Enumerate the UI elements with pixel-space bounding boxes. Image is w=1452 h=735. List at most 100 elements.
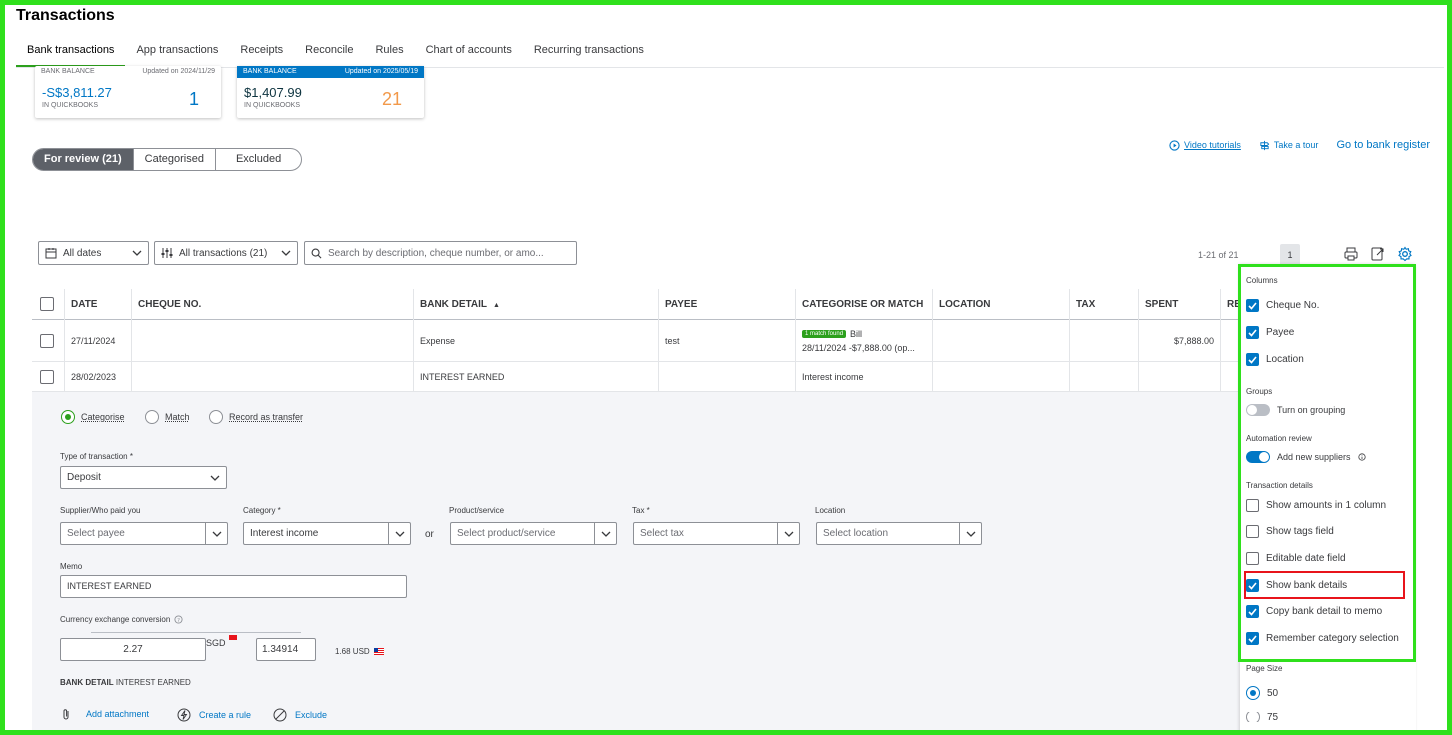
row-checkbox[interactable] [40, 333, 54, 348]
for-review-tab[interactable]: For review (21) [33, 149, 134, 170]
row-bank-detail: INTEREST EARNED [413, 362, 658, 391]
exchange-rate-input[interactable]: 1.34914 [256, 638, 316, 661]
card-balance: -S$3,811.27 [42, 85, 112, 100]
checkbox-unchecked[interactable] [1246, 499, 1259, 512]
add-suppliers-toggle-row[interactable]: Add new suppliers [1246, 451, 1366, 463]
column-toggle-payee[interactable]: Payee [1246, 326, 1294, 339]
tab-recurring-transactions[interactable]: Recurring transactions [523, 42, 655, 68]
column-header-location[interactable]: LOCATION [932, 289, 1069, 320]
take-a-tour-link[interactable]: Take a tour [1259, 140, 1318, 151]
row-cheque [131, 320, 413, 361]
dropdown-toggle[interactable] [205, 523, 227, 544]
tab-rules[interactable]: Rules [364, 42, 414, 68]
column-header-bank-detail[interactable]: BANK DETAIL ▲ [413, 289, 658, 320]
page-size-option-75[interactable]: 75 [1246, 712, 1278, 722]
tab-reconcile[interactable]: Reconcile [294, 42, 364, 68]
card-balance: $1,407.99 [244, 85, 302, 100]
match-found-badge: 1 match found [802, 329, 847, 338]
table-row-expanded[interactable]: 28/02/2023 INTEREST EARNED Interest inco… [32, 362, 1242, 392]
column-header-received[interactable]: RE [1220, 289, 1242, 320]
column-header-categorise[interactable]: CATEGORISE OR MATCH [795, 289, 932, 320]
column-header-spent[interactable]: SPENT [1138, 289, 1220, 320]
excluded-tab[interactable]: Excluded [216, 149, 301, 170]
checkbox-unchecked[interactable] [1246, 525, 1259, 538]
add-attachment-link[interactable]: Add attachment [60, 708, 149, 720]
gear-icon[interactable] [1397, 246, 1413, 262]
column-header-payee[interactable]: PAYEE [658, 289, 795, 320]
info-icon[interactable] [1357, 453, 1366, 461]
product-service-select[interactable]: Select product/service [450, 522, 617, 545]
chevron-down-icon [132, 250, 142, 256]
transaction-type-filter[interactable]: All transactions (21) [154, 241, 298, 265]
bank-account-card[interactable]: BANK BALANCE Updated on 2024/11/29 -S$3,8… [35, 66, 221, 118]
print-icon[interactable] [1343, 246, 1359, 262]
checkbox-checked[interactable] [1246, 326, 1259, 339]
categorise-radio[interactable]: Categorise [61, 410, 125, 424]
checkbox-checked[interactable] [1246, 299, 1259, 312]
column-toggle-cheque[interactable]: Cheque No. [1246, 299, 1319, 312]
type-of-transaction-select[interactable]: Deposit [60, 466, 227, 489]
card-header: BANK BALANCE [243, 68, 297, 75]
match-radio[interactable]: Match [145, 410, 190, 424]
page-number-button[interactable]: 1 [1280, 244, 1300, 266]
column-header-cheque[interactable]: CHEQUE NO. [131, 289, 413, 320]
category-select[interactable]: Interest income [243, 522, 411, 545]
date-filter-dropdown[interactable]: All dates [38, 241, 149, 265]
dropdown-toggle[interactable] [777, 523, 799, 544]
export-icon[interactable] [1370, 246, 1386, 262]
search-input[interactable]: Search by description, cheque number, or… [304, 241, 577, 265]
detail-toggle-copy-bank-detail[interactable]: Copy bank detail to memo [1246, 605, 1382, 618]
memo-input[interactable]: INTEREST EARNED [60, 575, 407, 598]
play-circle-icon [1169, 139, 1180, 151]
checkbox-checked[interactable] [1246, 605, 1259, 618]
detail-toggle-amounts-one-column[interactable]: Show amounts in 1 column [1246, 499, 1386, 512]
currency-divider [91, 632, 301, 633]
add-suppliers-toggle[interactable] [1246, 451, 1270, 463]
radio-selected[interactable] [1246, 686, 1260, 700]
detail-toggle-remember-category[interactable]: Remember category selection [1246, 632, 1399, 645]
detail-toggle-tags-field[interactable]: Show tags field [1246, 525, 1334, 538]
table-row[interactable]: 27/11/2024 Expense test 1 match found Bi… [32, 320, 1242, 362]
top-links: Video tutorials Take a tour Go to bank r… [1169, 139, 1430, 151]
transaction-detail-panel: Categorise Match Record as transfer Type… [32, 392, 1242, 735]
grouping-toggle[interactable] [1246, 404, 1270, 416]
grouping-toggle-row[interactable]: Turn on grouping [1246, 404, 1345, 416]
dropdown-toggle[interactable] [959, 523, 981, 544]
location-select[interactable]: Select location [816, 522, 982, 545]
amount-input[interactable]: 2.27 [60, 638, 206, 661]
detail-toggle-editable-date[interactable]: Editable date field [1246, 552, 1346, 565]
checkbox-checked[interactable] [1246, 632, 1259, 645]
radio-unselected[interactable] [1246, 712, 1260, 722]
exclude-link[interactable]: Exclude [273, 708, 327, 722]
dropdown-toggle[interactable] [388, 523, 410, 544]
automation-title: Automation review [1246, 434, 1312, 443]
detail-toggle-show-bank-details[interactable]: Show bank details [1246, 579, 1347, 592]
card-header: BANK BALANCE [41, 68, 95, 75]
dropdown-toggle[interactable] [594, 523, 616, 544]
tab-receipts[interactable]: Receipts [229, 42, 294, 68]
checkbox-unchecked[interactable] [1246, 552, 1259, 565]
tax-select[interactable]: Select tax [633, 522, 800, 545]
supplier-select[interactable]: Select payee [60, 522, 228, 545]
row-checkbox[interactable] [40, 369, 54, 384]
create-rule-link[interactable]: Create a rule [177, 708, 251, 722]
row-match-cell[interactable]: 1 match found Bill 28/11/2024 -$7,888.00… [795, 320, 932, 361]
bank-account-card-selected[interactable]: BANK BALANCE Updated on 2025/05/19 $1,407… [237, 66, 424, 118]
column-header-date[interactable]: DATE [64, 289, 131, 320]
tab-chart-of-accounts[interactable]: Chart of accounts [415, 42, 523, 68]
help-icon[interactable]: ? [174, 615, 183, 624]
tab-bank-transactions[interactable]: Bank transactions [16, 42, 126, 68]
checkbox-checked[interactable] [1246, 353, 1259, 366]
page-size-option-50[interactable]: 50 [1246, 686, 1278, 700]
row-payee: test [658, 320, 795, 361]
go-to-bank-register-link[interactable]: Go to bank register [1336, 139, 1430, 151]
column-header-tax[interactable]: TAX [1069, 289, 1138, 320]
tab-app-transactions[interactable]: App transactions [125, 42, 229, 68]
record-transfer-radio[interactable]: Record as transfer [209, 410, 303, 424]
select-all-checkbox[interactable] [40, 297, 54, 311]
video-tutorials-link[interactable]: Video tutorials [1169, 139, 1241, 151]
column-toggle-location[interactable]: Location [1246, 353, 1304, 366]
categorised-tab[interactable]: Categorised [134, 149, 216, 170]
radio-dot [61, 410, 75, 424]
checkbox-checked[interactable] [1246, 579, 1259, 592]
